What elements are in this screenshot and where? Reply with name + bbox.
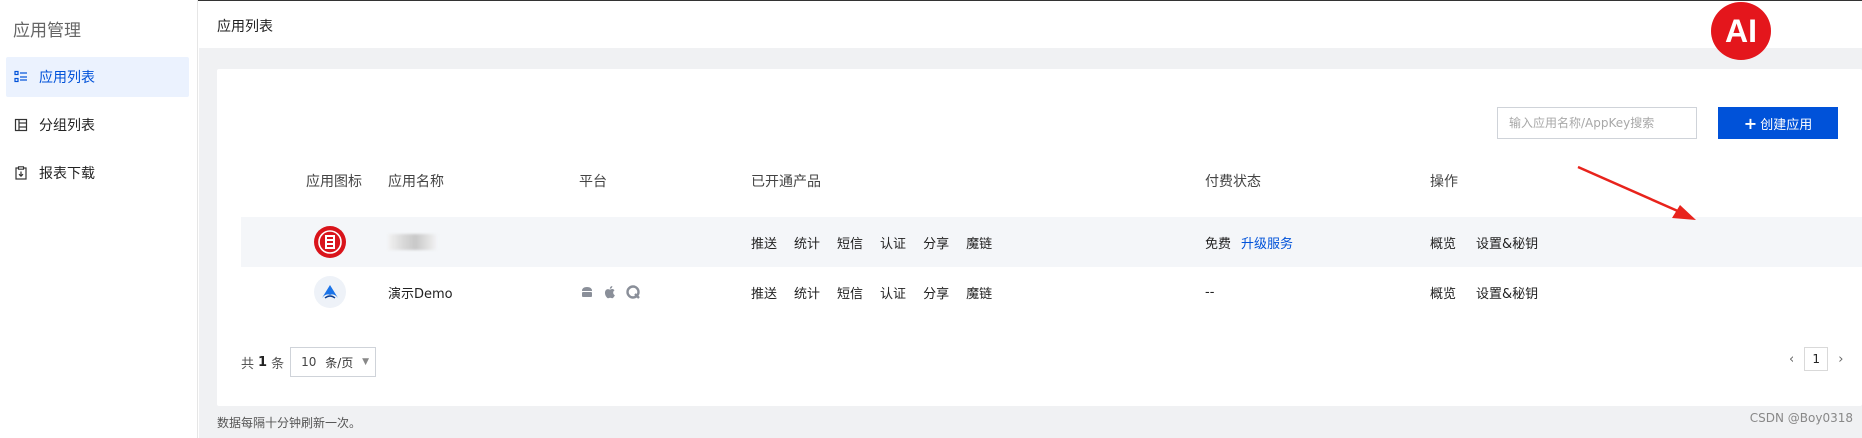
product-tag: 魔链	[966, 236, 993, 252]
product-tag: 短信	[837, 286, 864, 302]
sidebar: 应用管理 应用列表 分组列表 报表下载	[0, 0, 198, 438]
next-page-icon[interactable]: ›	[1838, 352, 1843, 367]
blurred-app-name	[388, 234, 438, 250]
pay-status-cell: 免费 升级服务	[1205, 217, 1293, 267]
group-list-icon	[13, 117, 29, 133]
product-tag: 统计	[794, 286, 821, 302]
product-tag: 认证	[880, 236, 907, 252]
android-icon	[582, 287, 592, 297]
app-name: 演示Demo	[388, 286, 453, 302]
product-tag: 分享	[923, 286, 950, 302]
settings-keys-link[interactable]: 设置&秘钥	[1476, 233, 1538, 252]
product-tag: 魔链	[966, 286, 993, 302]
product-tag: 推送	[751, 286, 778, 302]
pagination-total: 共 1 条 10 条/页 ▼	[241, 347, 377, 377]
upgrade-service-link[interactable]: 升级服务	[1241, 233, 1293, 252]
app-list-card: + 创建应用 应用图标 应用名称 平台 已开通产品 付费状态 操作 推送 统计 …	[217, 69, 1862, 406]
page-title: 应用列表	[217, 19, 273, 35]
watermark: CSDN @Boy0318	[1749, 411, 1853, 425]
column-header-products: 已开通产品	[751, 174, 821, 190]
column-header-icon: 应用图标	[306, 174, 362, 190]
create-app-button[interactable]: + 创建应用	[1718, 107, 1838, 139]
column-header-pay-status: 付费状态	[1205, 174, 1261, 190]
table-row: 推送 统计 短信 认证 分享 魔链 免费 升级服务 概览 设置&秘钥	[241, 217, 1862, 267]
create-app-label: 创建应用	[1760, 117, 1813, 133]
pay-status-text: 免费	[1205, 236, 1232, 252]
column-header-platform: 平台	[579, 174, 607, 190]
table-row: 演示Demo 推送 统计 短信 认证 分享 魔链 -- 概览 设置&秘钥	[241, 267, 1862, 317]
sidebar-item-group-list[interactable]: 分组列表	[6, 105, 189, 145]
main-area: 应用列表 + 创建应用 应用图标 应用名称 平台 已开通产品 付费状态 操作 推…	[199, 1, 1862, 438]
product-tag: 分享	[923, 236, 950, 252]
column-header-actions: 操作	[1430, 174, 1458, 190]
page-header: 应用列表	[199, 1, 1862, 48]
quickapp-icon	[626, 285, 640, 299]
platforms-cell	[579, 267, 641, 317]
app-name-cell	[388, 217, 438, 267]
overview-link[interactable]: 概览	[1430, 283, 1456, 302]
refresh-note: 数据每隔十分钟刷新一次。	[217, 416, 362, 430]
page-size-value: 10	[301, 355, 317, 369]
products-cell: 推送 统计 短信 认证 分享 魔链	[751, 217, 1009, 267]
product-tag: 认证	[880, 286, 907, 302]
total-prefix: 共	[241, 356, 255, 372]
prev-page-icon[interactable]: ‹	[1789, 352, 1794, 367]
chevron-down-icon: ▼	[362, 357, 370, 367]
list-icon	[13, 69, 29, 85]
app-icon-cell	[314, 217, 346, 267]
settings-keys-link[interactable]: 设置&秘钥	[1476, 283, 1538, 302]
total-count: 1	[258, 354, 268, 370]
report-download-icon	[13, 165, 29, 181]
red-app-logo-icon	[314, 226, 346, 258]
overview-link[interactable]: 概览	[1430, 233, 1456, 252]
plus-icon: +	[1743, 113, 1758, 133]
sidebar-title: 应用管理	[13, 21, 81, 41]
ai-badge: AI	[1711, 2, 1771, 60]
page-size-unit: 条/页	[325, 355, 354, 370]
current-page[interactable]: 1	[1804, 347, 1829, 371]
actions-cell: 概览 设置&秘钥	[1430, 217, 1558, 267]
product-tag: 统计	[794, 236, 821, 252]
total-suffix: 条	[271, 356, 285, 372]
sidebar-item-app-list[interactable]: 应用列表	[6, 57, 189, 97]
sidebar-item-report-download[interactable]: 报表下载	[6, 153, 189, 193]
sidebar-item-label: 应用列表	[39, 70, 95, 86]
products-cell: 推送 统计 短信 认证 分享 魔链	[751, 267, 1009, 317]
page-size-select[interactable]: 10 条/页 ▼	[290, 347, 377, 377]
app-icon-cell	[314, 267, 346, 317]
sidebar-item-label: 报表下载	[39, 166, 95, 182]
column-header-name: 应用名称	[388, 174, 444, 190]
apple-icon	[604, 286, 615, 299]
product-tag: 短信	[837, 236, 864, 252]
pay-status-cell: --	[1205, 267, 1214, 317]
pager: ‹ 1 ›	[1789, 347, 1843, 371]
sidebar-item-label: 分组列表	[39, 118, 95, 134]
product-tag: 推送	[751, 236, 778, 252]
actions-cell: 概览 设置&秘钥	[1430, 267, 1558, 317]
blue-app-logo-icon	[314, 276, 346, 308]
app-name-cell: 演示Demo	[388, 267, 453, 317]
pay-status-text: --	[1205, 284, 1215, 300]
search-input[interactable]	[1497, 107, 1697, 139]
